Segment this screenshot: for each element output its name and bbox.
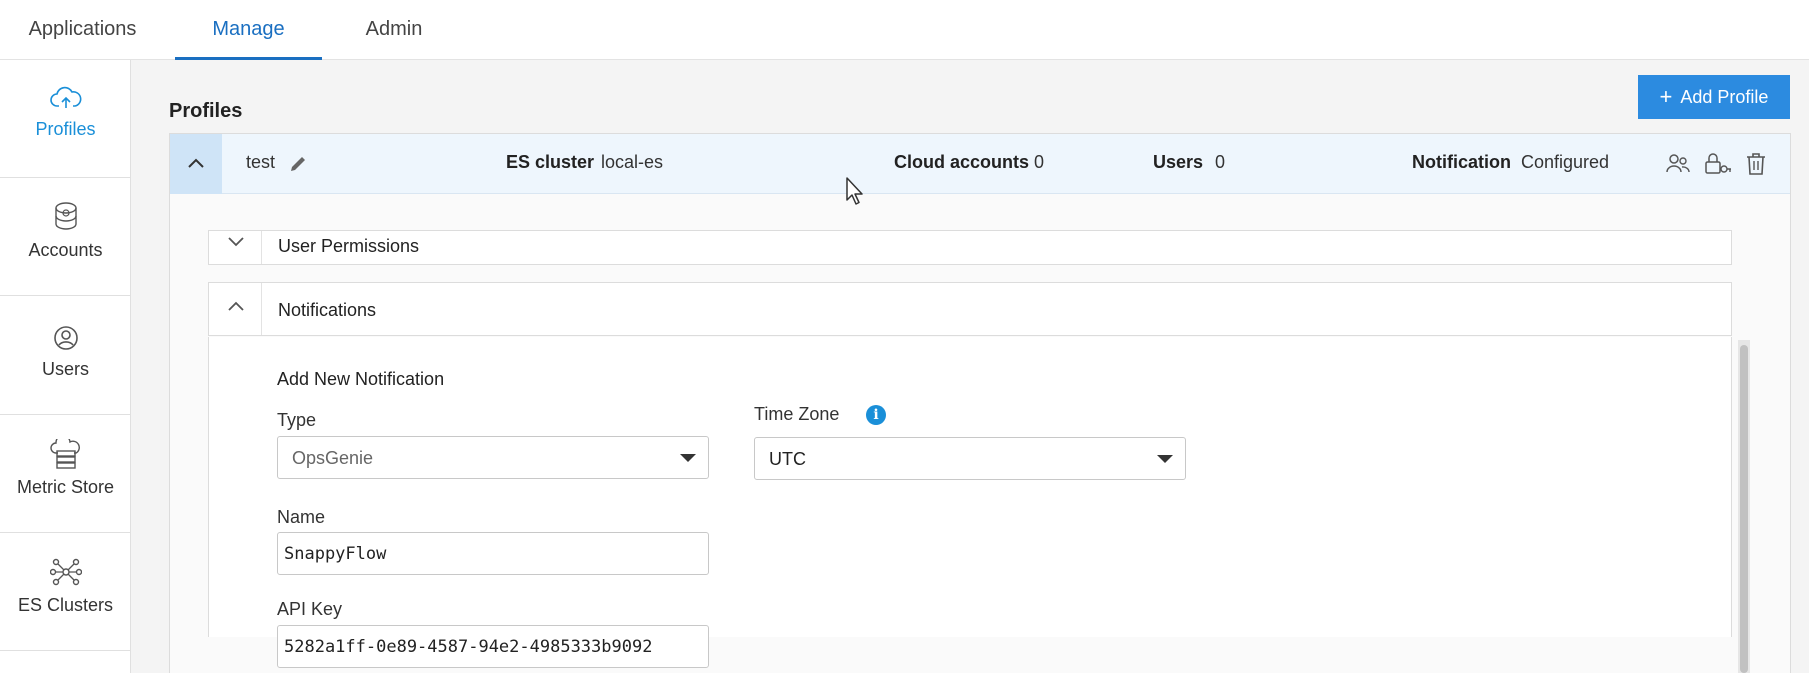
plus-icon: + [1659, 84, 1673, 109]
section-title: User Permissions [278, 236, 420, 256]
chevron-up-icon [188, 158, 204, 168]
users-label: Users [1153, 152, 1204, 172]
es-cluster-value: local-es [601, 152, 664, 172]
profile-header[interactable]: test ES cluster local-es Cloud accounts … [170, 134, 1790, 194]
notifications-section[interactable]: Notifications [208, 282, 1732, 336]
notification-value: Configured [1521, 152, 1610, 172]
trash-icon[interactable] [1745, 152, 1767, 176]
sidebar-item-label: Users [41, 359, 89, 379]
type-label: Type [277, 410, 317, 430]
sidebar-item-users[interactable]: Users [0, 297, 131, 415]
name-input[interactable] [277, 532, 709, 575]
expand-toggle[interactable] [209, 231, 262, 264]
cluster-icon [49, 558, 82, 586]
page-title: Profiles [169, 100, 243, 122]
caret-down-icon [1157, 455, 1173, 463]
metric-store-icon [49, 439, 80, 469]
chevron-down-icon [228, 237, 244, 247]
main-content: Profiles + Add Profile test ES cluster lo… [131, 60, 1809, 673]
timezone-select[interactable]: UTC [754, 437, 1186, 480]
accounts-icon [54, 202, 77, 230]
info-icon[interactable]: i [866, 405, 886, 425]
type-select[interactable]: OpsGenie [277, 436, 709, 479]
mouse-cursor-icon [846, 177, 863, 205]
timezone-label: Time Zone [754, 404, 840, 424]
sidebar: Profiles Accounts Users Metric Store ES … [0, 60, 131, 673]
sidebar-item-label: Metric Store [16, 477, 115, 497]
edit-pencil-icon[interactable] [288, 154, 308, 174]
cloud-accounts-value: 0 [1034, 152, 1045, 172]
profile-name: test [246, 152, 276, 172]
manage-users-icon[interactable] [1665, 151, 1691, 177]
user-circle-icon [53, 326, 78, 350]
caret-down-icon [680, 454, 696, 462]
tab-applications[interactable]: Applications [0, 0, 165, 60]
profile-card: test ES cluster local-es Cloud accounts … [169, 133, 1791, 673]
api-key-label: API Key [277, 599, 343, 619]
name-label: Name [277, 507, 326, 527]
sidebar-item-accounts[interactable]: Accounts [0, 178, 131, 296]
notification-form: Add New Notification Type OpsGenie Time … [208, 337, 1732, 668]
scrollbar-thumb[interactable] [1740, 345, 1748, 673]
type-value: OpsGenie [292, 448, 374, 468]
sidebar-item-label: ES Clusters [17, 595, 114, 615]
sidebar-item-label: Accounts [28, 240, 103, 260]
timezone-value: UTC [769, 449, 806, 469]
tab-admin[interactable]: Admin [330, 0, 458, 60]
add-profile-label: Add Profile [1680, 87, 1769, 107]
section-title: Notifications [278, 300, 377, 320]
lock-key-icon[interactable] [1704, 151, 1732, 177]
add-profile-button[interactable]: + Add Profile [1638, 75, 1790, 119]
top-nav: Applications Manage Admin [0, 0, 1809, 60]
collapse-toggle[interactable] [170, 134, 222, 194]
notification-label: Notification [1412, 152, 1511, 172]
user-permissions-section[interactable]: User Permissions [208, 230, 1732, 265]
cloud-accounts-label: Cloud accounts [894, 152, 1030, 172]
tab-manage[interactable]: Manage [175, 0, 322, 60]
form-heading: Add New Notification [277, 369, 445, 389]
es-cluster-label: ES cluster [506, 152, 595, 172]
sidebar-item-es-clusters[interactable]: ES Clusters [0, 533, 131, 651]
collapse-toggle[interactable] [209, 283, 262, 335]
cloud-upload-icon [49, 86, 81, 108]
chevron-up-icon [228, 301, 244, 311]
api-key-input[interactable] [277, 625, 709, 668]
users-value: 0 [1215, 152, 1226, 172]
sidebar-item-profiles[interactable]: Profiles [0, 60, 131, 178]
sidebar-item-metric-store[interactable]: Metric Store [0, 415, 131, 533]
sidebar-item-label: Profiles [35, 119, 96, 139]
